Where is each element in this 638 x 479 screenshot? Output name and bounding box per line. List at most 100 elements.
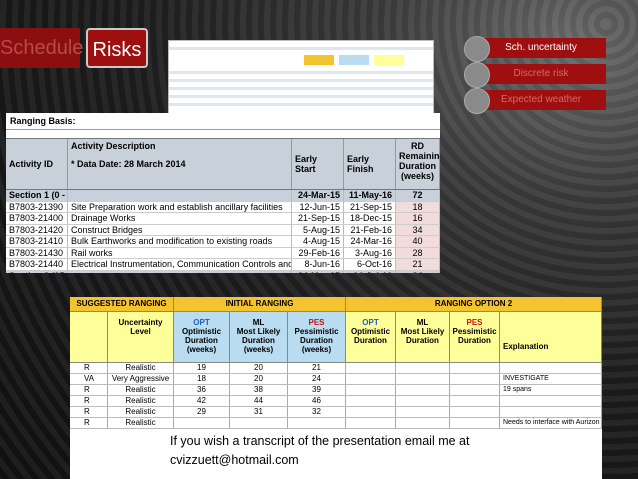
group-ranging-option-2: RANGING OPTION 2 <box>346 297 602 311</box>
ml2-cell <box>396 385 450 395</box>
table-row: B7803-21400 Drainage Works 21-Sep-15 18-Dec… <box>6 213 440 225</box>
table-body: Section 1 (0 - 95km)24-Mar-1511-May-1672… <box>6 190 440 273</box>
ml-cell: 44 <box>230 396 288 406</box>
header-uncertainty-level: Uncertainty Level <box>108 312 174 362</box>
bullet-circle-icon <box>464 88 490 114</box>
code-cell: R <box>70 363 108 373</box>
header-pes: PES Pessimistic Duration (weeks) <box>288 312 346 362</box>
early-start-cell: 12-Jun-15 <box>292 201 344 212</box>
pes-cell: 32 <box>288 407 346 417</box>
pes2-cell <box>450 374 500 384</box>
opt-cell: 19 <box>174 363 230 373</box>
description-cell <box>68 270 292 273</box>
transcript-note: If you wish a transcript of the presenta… <box>170 432 469 470</box>
description-cell <box>68 190 292 201</box>
activity-id-cell: Section 2 (95 - 206km) <box>6 270 68 273</box>
pes-cell <box>288 418 346 428</box>
tab-risks[interactable]: Risks <box>86 28 148 68</box>
remaining-duration-cell: 72 <box>396 190 440 201</box>
level-cell: Realistic <box>108 407 174 417</box>
description-cell: Rail works <box>68 247 292 258</box>
ranging-row: R Realistic 29 31 32 <box>70 407 602 418</box>
opt2-cell <box>346 374 396 384</box>
header-activity-description: Activity Description * Data Date: 28 Mar… <box>68 139 292 189</box>
early-finish-cell: 21-Sep-15 <box>344 201 396 212</box>
pes2-cell <box>450 385 500 395</box>
table-row: B7803-21390 Site Preparation work and est… <box>6 201 440 213</box>
pes-cell: 21 <box>288 363 346 373</box>
ml2-desc: Most Likely Duration <box>400 327 445 345</box>
header-ml-2: ML Most Likely Duration <box>396 312 450 362</box>
bullet-circle-icon <box>464 62 490 88</box>
remaining-duration-cell: 34 <box>396 224 440 235</box>
ml-cell: 20 <box>230 374 288 384</box>
ranging-basis-table: Ranging Basis: Activity ID Activity Desc… <box>6 113 440 273</box>
table-header: Activity ID Activity Description * Data … <box>6 138 440 190</box>
early-finish-cell: 24-Mar-16 <box>344 236 396 247</box>
explanation-cell <box>500 396 602 406</box>
ml2-cell <box>396 374 450 384</box>
code-cell: R <box>70 418 108 428</box>
early-start-cell: 8-Jun-16 <box>292 259 344 270</box>
header-opt: OPT Optimistic Duration (weeks) <box>174 312 230 362</box>
opt-cell: 36 <box>174 385 230 395</box>
spreadsheet-thumbnail <box>168 40 434 114</box>
table-row: B7803-21430 Rail works 29-Feb-16 3-Aug-16 28 <box>6 247 440 259</box>
table-row: B7803-21410 Bulk Earthworks and modificat… <box>6 236 440 248</box>
activity-id-cell: B7803-21400 <box>6 213 68 224</box>
explanation-cell: INVESTIGATE <box>500 374 602 384</box>
pes-cell: 24 <box>288 374 346 384</box>
description-cell: Drainage Works <box>68 213 292 224</box>
pes2-cell <box>450 418 500 428</box>
early-start-cell: 21-Sep-15 <box>292 213 344 224</box>
section-row: Section 2 (95 - 206km) 24-Mar-1514-Jul-16… <box>6 270 440 273</box>
remaining-duration-cell: 84 <box>396 270 440 273</box>
pill-expected-weather[interactable]: Expected weather <box>464 88 606 114</box>
pill-schedule-uncertainty[interactable]: Sch. uncertainty <box>464 36 606 62</box>
early-finish-cell: 14-Jul-16 <box>344 270 396 273</box>
pill-discrete-risk[interactable]: Discrete risk <box>464 62 606 88</box>
header-ml: ML Most Likely Duration (weeks) <box>230 312 288 362</box>
ranging-row: VA Very Aggressive 18 20 24 INVESTIGATE <box>70 374 602 385</box>
tab-schedule[interactable]: Schedule <box>0 28 83 68</box>
explanation-cell: 19 spans <box>500 385 602 395</box>
level-cell: Very Aggressive <box>108 374 174 384</box>
remaining-duration-cell: 40 <box>396 236 440 247</box>
opt-code: OPT <box>193 318 210 327</box>
early-start-cell: 24-Mar-15 <box>292 270 344 273</box>
explanation-cell: Needs to interface with Aurizon <box>500 418 602 428</box>
ml-cell: 38 <box>230 385 288 395</box>
opt2-desc: Optimistic Duration <box>350 327 391 345</box>
pes-cell: 39 <box>288 385 346 395</box>
opt-cell: 29 <box>174 407 230 417</box>
opt2-cell <box>346 418 396 428</box>
code-cell: VA <box>70 374 108 384</box>
ranging-row: R Realistic 36 38 39 19 spans <box>70 385 602 396</box>
ml2-cell <box>396 407 450 417</box>
early-start-cell: 5-Aug-15 <box>292 224 344 235</box>
remaining-duration-cell: 18 <box>396 201 440 212</box>
activity-id-cell: Section 1 (0 - 95km) <box>6 190 68 201</box>
code-cell: R <box>70 407 108 417</box>
note-email[interactable]: cvizzuett@hotmail.com <box>170 451 469 470</box>
opt2-cell <box>346 363 396 373</box>
header-desc-label: Activity Description <box>71 141 156 151</box>
header-opt-2: OPT Optimistic Duration <box>346 312 396 362</box>
pes-desc: Pessimistic Duration (weeks) <box>294 327 339 354</box>
pill-label: Sch. uncertainty <box>505 42 577 53</box>
note-line-1: If you wish a transcript of the presenta… <box>170 434 470 448</box>
ranging-body: R Realistic 19 20 21 VA Very Aggressive 18 20 24 I… <box>70 363 602 429</box>
early-finish-cell: 6-Oct-16 <box>344 259 396 270</box>
pes2-cell <box>450 363 500 373</box>
ranging-basis-title: Ranging Basis: <box>6 113 440 130</box>
pes2-cell <box>450 396 500 406</box>
pes-code: PES <box>308 318 325 327</box>
opt-cell <box>174 418 230 428</box>
ml-code: ML <box>252 318 265 327</box>
bullet-circle-icon <box>464 36 490 62</box>
header-code <box>70 312 108 362</box>
ml-desc: Most Likely Duration (weeks) <box>236 327 281 354</box>
early-start-cell: 24-Mar-15 <box>292 190 344 201</box>
opt2-cell <box>346 396 396 406</box>
code-cell: R <box>70 385 108 395</box>
